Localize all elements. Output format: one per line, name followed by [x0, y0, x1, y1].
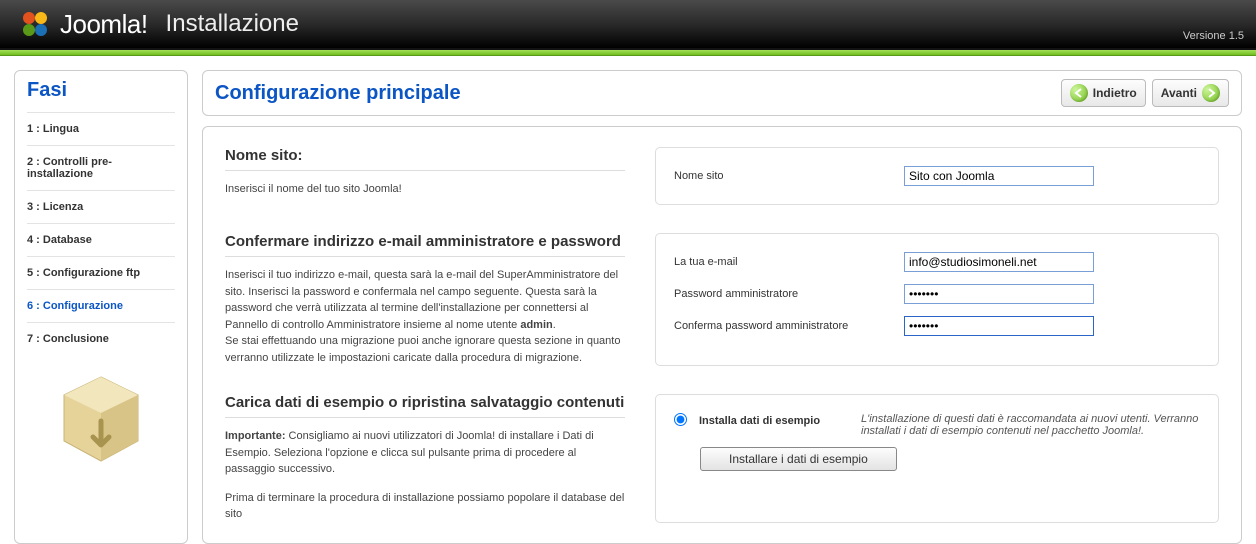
sidebar-title: Fasi [27, 79, 175, 102]
section-admin: Confermare indirizzo e-mail amministrato… [225, 233, 1219, 366]
password-label: Password amministratore [674, 288, 904, 300]
step-conclusione[interactable]: 7 : Conclusione [27, 322, 175, 355]
sample-hint: Importante: Consigliamo ai nuovi utilizz… [225, 428, 625, 478]
title-bar: Configurazione principale Indietro Avant… [202, 70, 1242, 116]
header-title: Installazione [166, 10, 299, 38]
next-button[interactable]: Avanti [1152, 79, 1229, 107]
password-input[interactable] [904, 284, 1094, 304]
admin-heading: Confermare indirizzo e-mail amministrato… [225, 233, 625, 257]
step-ftp[interactable]: 5 : Configurazione ftp [27, 256, 175, 289]
back-button[interactable]: Indietro [1061, 79, 1146, 107]
package-box-icon [27, 371, 175, 474]
email-label: La tua e-mail [674, 256, 904, 268]
page-title: Configurazione principale [215, 82, 461, 105]
site-name-label: Nome sito [674, 170, 904, 182]
password-confirm-input[interactable] [904, 316, 1094, 336]
sample-heading: Carica dati di esempio o ripristina salv… [225, 394, 625, 418]
next-button-label: Avanti [1161, 86, 1197, 100]
steps-sidebar: Fasi 1 : Lingua 2 : Controlli pre-instal… [14, 70, 188, 544]
password-confirm-label: Conferma password amministratore [674, 320, 904, 332]
admin-hint: Inserisci il tuo indirizzo e-mail, quest… [225, 267, 625, 366]
step-lingua[interactable]: 1 : Lingua [27, 112, 175, 145]
email-input[interactable] [904, 252, 1094, 272]
arrow-right-icon [1202, 84, 1220, 102]
sample-radio-desc: L'installazione di questi dati è raccoma… [861, 413, 1200, 437]
site-name-hint: Inserisci il nome del tuo sito Joomla! [225, 181, 625, 198]
sample-hint2: Prima di terminare la procedura di insta… [225, 490, 625, 523]
sample-data-radio[interactable] [674, 413, 687, 426]
site-name-heading: Nome sito: [225, 147, 625, 171]
joomla-icon [20, 9, 50, 39]
brand-text: Joomla! [60, 9, 148, 40]
arrow-left-icon [1070, 84, 1088, 102]
version-label: Versione 1.5 [1183, 30, 1244, 42]
step-database[interactable]: 4 : Database [27, 223, 175, 256]
step-configurazione[interactable]: 6 : Configurazione [27, 289, 175, 322]
main-content: Nome sito: Inserisci il nome del tuo sit… [202, 126, 1242, 544]
step-licenza[interactable]: 3 : Licenza [27, 190, 175, 223]
brand-logo: Joomla! Installazione [20, 9, 299, 40]
install-sample-button[interactable]: Installare i dati di esempio [700, 447, 897, 471]
section-sample-data: Carica dati di esempio o ripristina salv… [225, 394, 1219, 523]
step-controlli[interactable]: 2 : Controlli pre-installazione [27, 145, 175, 190]
sample-radio-label: Installa dati di esempio [699, 413, 849, 427]
app-header: Joomla! Installazione Versione 1.5 [0, 0, 1256, 50]
section-site-name: Nome sito: Inserisci il nome del tuo sit… [225, 147, 1219, 205]
back-button-label: Indietro [1093, 86, 1137, 100]
site-name-input[interactable] [904, 166, 1094, 186]
